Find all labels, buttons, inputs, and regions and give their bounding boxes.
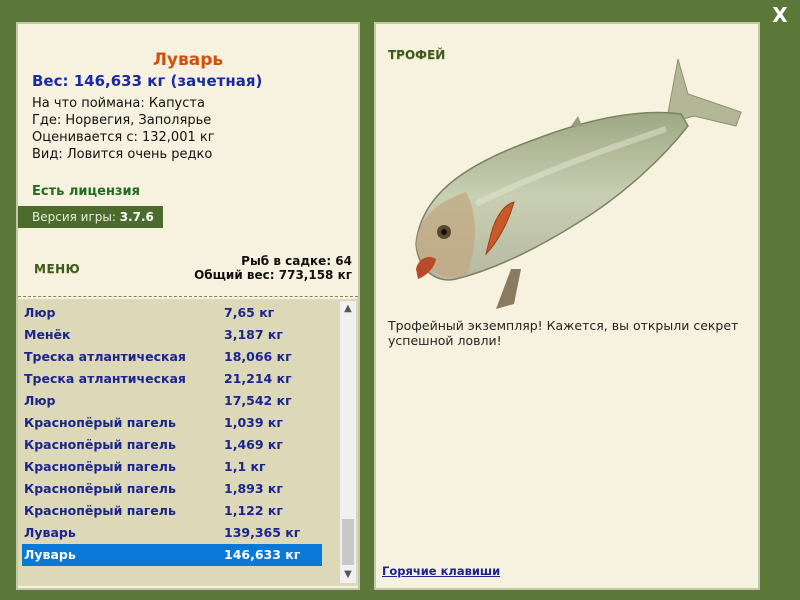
fish-count: Рыб в садке: 64 [241,254,352,268]
caught-with: На что поймана: Капуста [32,96,205,111]
trophy-panel: ТРОФЕЙ Трофейный экземпляр! Кажется, вы … [374,22,760,590]
fish-title: Луварь [152,50,224,70]
version-bar: Версия игры: 3.7.6 [18,206,163,228]
catch-list-items: Люр 7,65 кг Менёк 3,187 кг Треска атлантичес… [18,302,340,566]
list-item-weight: 21,214 кг [224,371,292,386]
list-item[interactable]: Краснопёрый пагель 1,1 кг [18,456,340,478]
keepnet-stats: Рыб в садке: 64 Общий вес: 773,158 кг [194,254,352,282]
list-item-name: Луварь [24,525,76,540]
list-item-name: Краснопёрый пагель [24,459,176,474]
list-item-weight: 139,365 кг [224,525,301,540]
fish-image [415,58,742,309]
fish-weight: Вес: 146,633 кг (зачетная) [32,72,263,90]
list-item[interactable]: Краснопёрый пагель 1,893 кг [18,478,340,500]
trophy-description: Трофейный экземпляр! Кажется, вы открыли… [388,318,739,348]
list-item-name: Краснопёрый пагель [24,437,176,452]
list-item-weight: 18,066 кг [224,349,292,364]
catch-list: Люр 7,65 кг Менёк 3,187 кг Треска атлантичес… [18,299,358,586]
list-item[interactable]: Менёк 3,187 кг [18,324,340,346]
list-item-weight: 1,039 кг [224,415,283,430]
list-item-weight: 7,65 кг [224,305,275,320]
list-item[interactable]: Краснопёрый пагель 1,122 кг [18,500,340,522]
game-window: X Луварь Вес: 146,633 кг (зачетная) На ч… [0,0,800,600]
list-item-weight: 1,122 кг [224,503,283,518]
list-item[interactable]: Люр 17,542 кг [18,390,340,412]
list-item-name: Треска атлантическая [24,371,186,386]
license-status: Есть лицензия [32,184,140,199]
list-item[interactable]: Луварь 146,633 кг [22,544,322,566]
list-item-weight: 1,1 кг [224,459,266,474]
scrollbar[interactable]: ▲ ▼ [340,301,356,583]
scroll-thumb[interactable] [342,519,354,565]
list-item-name: Люр [24,393,56,408]
list-item-weight: 146,633 кг [224,547,301,562]
list-item[interactable]: Треска атлантическая 21,214 кг [18,368,340,390]
list-item-name: Треска атлантическая [24,349,186,364]
version-label: Версия игры: [32,210,116,224]
list-item-name: Менёк [24,327,71,342]
divider [18,296,358,297]
close-icon[interactable]: X [770,5,790,25]
total-weight: Общий вес: 773,158 кг [194,268,352,282]
list-item[interactable]: Луварь 139,365 кг [18,522,340,544]
version-value: 3.7.6 [119,210,154,224]
hotkeys-link[interactable]: Горячие клавиши [382,564,500,578]
list-item[interactable]: Люр 7,65 кг [18,302,340,324]
chevron-up-icon[interactable]: ▲ [340,301,356,317]
valued-from: Оценивается с: 132,001 кг [32,130,215,145]
list-item[interactable]: Краснопёрый пагель 1,469 кг [18,434,340,456]
list-item[interactable]: Треска атлантическая 18,066 кг [18,346,340,368]
catch-location: Где: Норвегия, Заполярье [32,113,212,128]
list-item-name: Краснопёрый пагель [24,481,176,496]
list-item[interactable]: Краснопёрый пагель 1,039 кг [18,412,340,434]
list-item-weight: 1,893 кг [224,481,283,496]
list-item-name: Краснопёрый пагель [24,503,176,518]
chevron-down-icon[interactable]: ▼ [340,567,356,583]
list-item-name: Люр [24,305,56,320]
menu-button[interactable]: МЕНЮ [34,262,80,276]
fish-rarity: Вид: Ловится очень редко [32,147,213,162]
list-item-weight: 17,542 кг [224,393,292,408]
list-item-weight: 3,187 кг [224,327,283,342]
list-item-name: Краснопёрый пагель [24,415,176,430]
list-item-name: Луварь [24,547,76,562]
list-item-weight: 1,469 кг [224,437,283,452]
fish-info-panel: Луварь Вес: 146,633 кг (зачетная) На что… [16,22,360,590]
